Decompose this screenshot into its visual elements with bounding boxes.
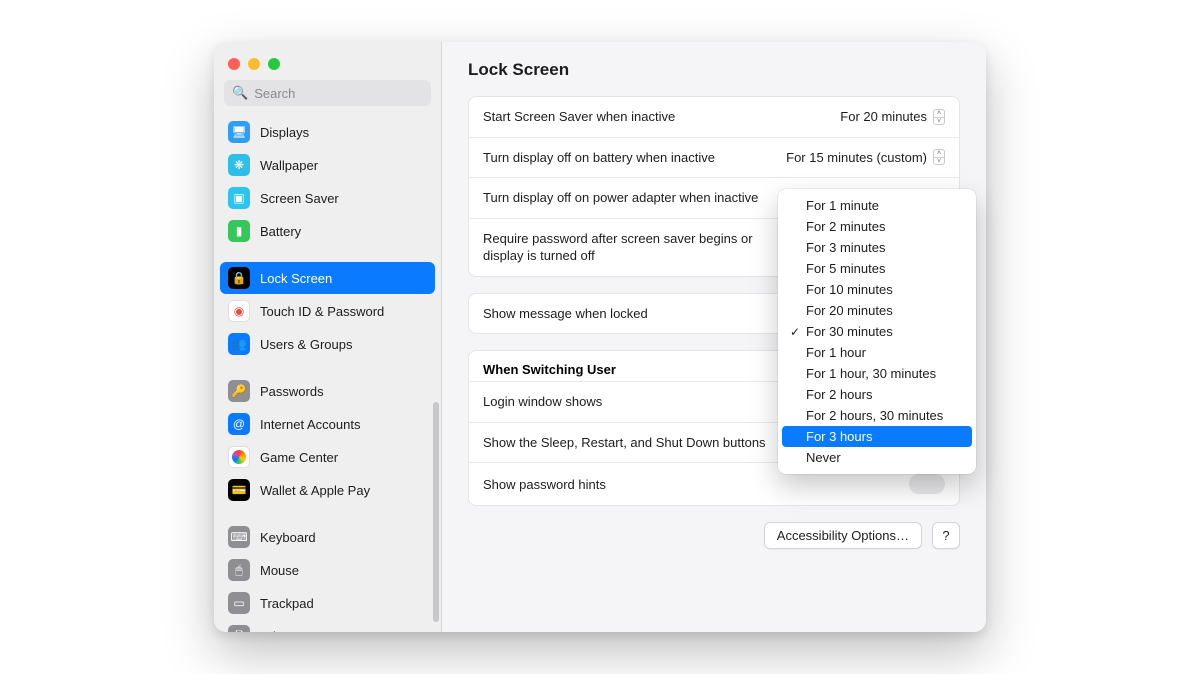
sidebar-item-keyboard[interactable]: ⌨ Keyboard <box>220 521 435 553</box>
chevron-updown-icon: ˄˅ <box>933 149 945 165</box>
screensaver-icon: ▣ <box>228 187 250 209</box>
sidebar-item-label: Displays <box>260 125 309 140</box>
sidebar-item-label: Game Center <box>260 450 338 465</box>
dropdown-option[interactable]: For 1 minute <box>782 195 972 216</box>
wallet-icon: 💳 <box>228 479 250 501</box>
touchid-icon: ◉ <box>228 300 250 322</box>
sidebar-item-label: Touch ID & Password <box>260 304 384 319</box>
sidebar-item-label: Wallet & Apple Pay <box>260 483 370 498</box>
sidebar-item-users[interactable]: 👥 Users & Groups <box>220 328 435 360</box>
switch-password-hints[interactable] <box>909 474 945 494</box>
dropdown-option[interactable]: For 2 minutes <box>782 216 972 237</box>
sidebar-item-label: Users & Groups <box>260 337 352 352</box>
sidebar-item-trackpad[interactable]: ▭ Trackpad <box>220 587 435 619</box>
sidebar-item-lockscreen[interactable]: 🔒 Lock Screen <box>220 262 435 294</box>
sidebar-item-label: Screen Saver <box>260 191 339 206</box>
displays-icon: 🖥 <box>228 121 250 143</box>
label-login-window: Login window shows <box>483 393 602 411</box>
search-field[interactable] <box>254 86 423 101</box>
main-content: Lock Screen Start Screen Saver when inac… <box>442 42 986 632</box>
trackpad-icon: ▭ <box>228 592 250 614</box>
time-options-popover[interactable]: For 1 minuteFor 2 minutesFor 3 minutesFo… <box>778 189 976 474</box>
minimize-icon[interactable] <box>248 58 260 70</box>
accessibility-options-button[interactable]: Accessibility Options… <box>764 522 922 549</box>
dropdown-option[interactable]: For 1 hour <box>782 342 972 363</box>
sidebar-item-label: Internet Accounts <box>260 417 360 432</box>
sidebar-item-mouse[interactable]: 🖱 Mouse <box>220 554 435 586</box>
dropdown-option[interactable]: For 5 minutes <box>782 258 972 279</box>
sidebar-item-wallet[interactable]: 💳 Wallet & Apple Pay <box>220 474 435 506</box>
dropdown-option[interactable]: For 10 minutes <box>782 279 972 300</box>
sidebar-item-label: Mouse <box>260 563 299 578</box>
mouse-icon: 🖱 <box>228 559 250 581</box>
passwords-icon: 🔑 <box>228 380 250 402</box>
gamecenter-icon <box>228 446 250 468</box>
close-icon[interactable] <box>228 58 240 70</box>
printers-icon: 🖨 <box>228 625 250 632</box>
sidebar-item-label: Keyboard <box>260 530 316 545</box>
dropdown-option[interactable]: For 3 hours <box>782 426 972 447</box>
search-input[interactable]: 🔍 <box>224 80 431 106</box>
select-battery-off[interactable]: For 15 minutes (custom) ˄˅ <box>786 149 945 165</box>
row-battery-off: Turn display off on battery when inactiv… <box>469 138 959 179</box>
sidebar-item-touchid[interactable]: ◉ Touch ID & Password <box>220 295 435 327</box>
battery-icon: ▮ <box>228 220 250 242</box>
sidebar-item-displays[interactable]: 🖥 Displays <box>220 116 435 148</box>
sidebar-item-label: Lock Screen <box>260 271 332 286</box>
internet-icon: @ <box>228 413 250 435</box>
keyboard-icon: ⌨ <box>228 526 250 548</box>
sidebar-item-gamecenter[interactable]: Game Center <box>220 441 435 473</box>
dropdown-option[interactable]: For 30 minutes <box>782 321 972 342</box>
row-screensaver: Start Screen Saver when inactive For 20 … <box>469 97 959 138</box>
dropdown-option[interactable]: For 3 minutes <box>782 237 972 258</box>
sidebar-item-passwords[interactable]: 🔑 Passwords <box>220 375 435 407</box>
dropdown-option[interactable]: For 2 hours, 30 minutes <box>782 405 972 426</box>
label-sleep-buttons: Show the Sleep, Restart, and Shut Down b… <box>483 434 766 452</box>
chevron-updown-icon: ˄˅ <box>933 109 945 125</box>
label-password-hints: Show password hints <box>483 476 606 494</box>
sidebar: 🔍 🖥 Displays ❋ Wallpaper ▣ Screen Saver ▮ Batte… <box>214 42 442 632</box>
dropdown-option[interactable]: For 2 hours <box>782 384 972 405</box>
sidebar-item-printers[interactable]: 🖨 Printers & Scanners <box>220 620 435 632</box>
traffic-lights <box>214 52 441 80</box>
sidebar-item-battery[interactable]: ▮ Battery <box>220 215 435 247</box>
label-require-password: Require password after screen saver begi… <box>483 230 783 265</box>
scrollbar-thumb[interactable] <box>433 402 439 622</box>
users-icon: 👥 <box>228 333 250 355</box>
lockscreen-icon: 🔒 <box>228 267 250 289</box>
dropdown-option[interactable]: Never <box>782 447 972 468</box>
label-screensaver: Start Screen Saver when inactive <box>483 108 675 126</box>
sidebar-item-wallpaper[interactable]: ❋ Wallpaper <box>220 149 435 181</box>
sidebar-item-label: Passwords <box>260 384 324 399</box>
footer: Accessibility Options… ? <box>468 522 960 549</box>
maximize-icon[interactable] <box>268 58 280 70</box>
system-settings-window: 🔍 🖥 Displays ❋ Wallpaper ▣ Screen Saver ▮ Batte… <box>214 42 986 632</box>
search-icon: 🔍 <box>232 85 248 101</box>
sidebar-item-label: Printers & Scanners <box>260 629 376 633</box>
sidebar-item-label: Trackpad <box>260 596 314 611</box>
label-show-message: Show message when locked <box>483 305 648 323</box>
help-button[interactable]: ? <box>932 522 960 549</box>
sidebar-item-screensaver[interactable]: ▣ Screen Saver <box>220 182 435 214</box>
label-adapter-off: Turn display off on power adapter when i… <box>483 189 758 207</box>
sidebar-item-internet[interactable]: @ Internet Accounts <box>220 408 435 440</box>
page-title: Lock Screen <box>468 60 960 80</box>
sidebar-list: 🖥 Displays ❋ Wallpaper ▣ Screen Saver ▮ Battery… <box>214 112 441 632</box>
sidebar-item-label: Battery <box>260 224 301 239</box>
wallpaper-icon: ❋ <box>228 154 250 176</box>
sidebar-item-label: Wallpaper <box>260 158 318 173</box>
dropdown-option[interactable]: For 20 minutes <box>782 300 972 321</box>
select-screensaver[interactable]: For 20 minutes ˄˅ <box>840 109 945 125</box>
label-battery-off: Turn display off on battery when inactiv… <box>483 149 715 167</box>
dropdown-option[interactable]: For 1 hour, 30 minutes <box>782 363 972 384</box>
